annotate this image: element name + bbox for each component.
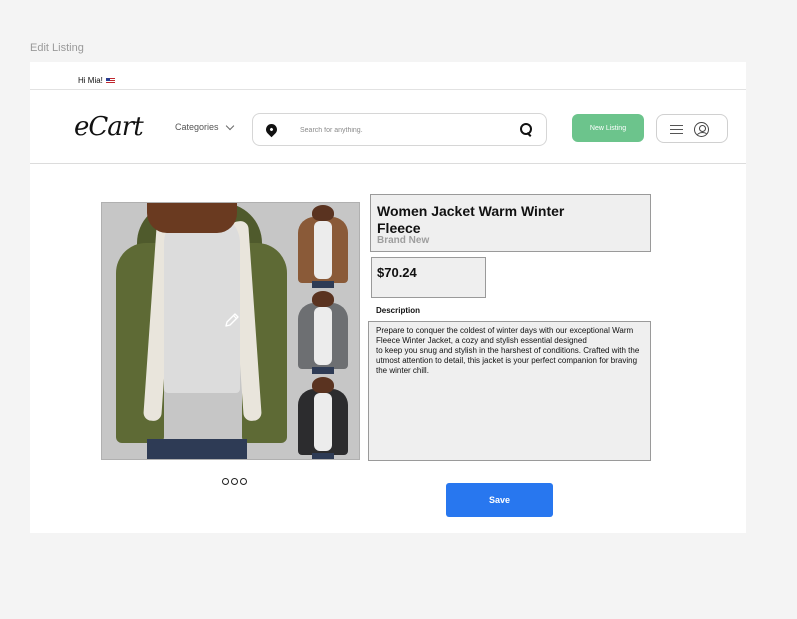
- edit-listing-page: Hi Mia! eCart Categories New Listing: [30, 62, 746, 533]
- image-pagination-dots: [222, 478, 247, 485]
- description-field[interactable]: Prepare to conquer the coldest of winter…: [368, 321, 651, 461]
- thumb-head: [312, 377, 334, 393]
- user-avatar-icon: [694, 122, 709, 137]
- pagination-dot[interactable]: [240, 478, 247, 485]
- chevron-down-icon: [225, 121, 234, 130]
- thumb-legs: [312, 367, 334, 374]
- categories-label: Categories: [175, 122, 219, 132]
- thumb-legs: [312, 453, 334, 459]
- header: eCart Categories New Listing: [30, 90, 746, 164]
- thumb-lining: [314, 221, 332, 279]
- listing-image[interactable]: [101, 202, 360, 460]
- listing-title: Women Jacket Warm Winter Fleece: [377, 203, 565, 236]
- account-menu-button[interactable]: [656, 114, 728, 143]
- new-listing-button[interactable]: New Listing: [572, 114, 644, 142]
- main-product-photo: [102, 203, 292, 459]
- condition-label: Brand New: [377, 235, 430, 246]
- thumb-lining: [314, 307, 332, 365]
- sweater: [164, 213, 240, 393]
- search-input[interactable]: [300, 124, 500, 136]
- search-bar: [252, 113, 547, 146]
- categories-dropdown[interactable]: Categories: [175, 121, 234, 132]
- location-pin-icon[interactable]: [263, 121, 280, 138]
- us-flag-icon: [105, 77, 115, 84]
- thumb-head: [312, 291, 334, 307]
- listing-price: $70.24: [377, 265, 417, 280]
- pagination-dot[interactable]: [231, 478, 238, 485]
- color-variant-thumbnail: [292, 289, 354, 374]
- description-text: Prepare to conquer the coldest of winter…: [376, 326, 640, 375]
- logo[interactable]: eCart: [74, 112, 144, 142]
- description-label: Description: [376, 306, 421, 315]
- title-field[interactable]: Women Jacket Warm Winter Fleece Brand Ne…: [370, 194, 651, 252]
- save-button[interactable]: Save: [446, 483, 553, 517]
- search-icon[interactable]: [520, 123, 532, 137]
- jeans: [147, 439, 247, 459]
- edit-pencil-icon[interactable]: [223, 311, 241, 329]
- thumb-head: [312, 205, 334, 221]
- color-variant-thumbnail: [292, 375, 354, 459]
- hair: [147, 203, 237, 233]
- greeting-text: Hi Mia!: [78, 76, 103, 85]
- price-field[interactable]: $70.24: [371, 257, 486, 298]
- color-variant-thumbnail: [292, 203, 354, 288]
- top-bar: Hi Mia!: [30, 62, 746, 90]
- greeting: Hi Mia!: [78, 76, 115, 85]
- thumb-legs: [312, 281, 334, 288]
- hamburger-menu-icon: [670, 125, 683, 134]
- pagination-dot[interactable]: [222, 478, 229, 485]
- thumb-lining: [314, 393, 332, 451]
- frame-label: Edit Listing: [30, 42, 84, 54]
